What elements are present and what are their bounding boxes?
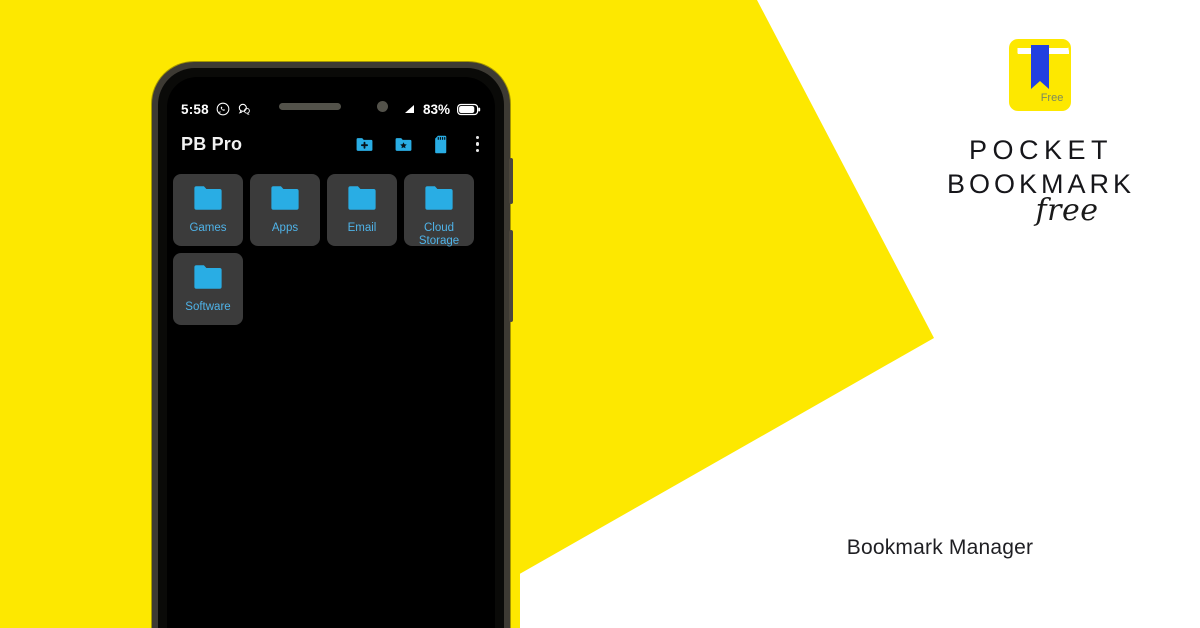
- brand-block: Free POCKET BOOKMARK free: [905, 34, 1177, 236]
- folder-icon: [270, 185, 300, 216]
- pocket-bookmark-logo: Free: [1002, 34, 1080, 121]
- status-bar: 5:58 83%: [167, 97, 495, 121]
- battery-percent-label: 83%: [422, 101, 450, 117]
- sd-card-icon[interactable]: [433, 135, 450, 154]
- signal-bars-icon: [404, 103, 416, 115]
- folder-tile-apps[interactable]: Apps: [250, 174, 320, 246]
- phone-mockup: 5:58 83% PB Pro Games Apps Email Cloud S…: [152, 62, 513, 628]
- folder-tile-email[interactable]: Email: [327, 174, 397, 246]
- whatsapp-icon: [216, 102, 230, 116]
- folder-label: Cloud Storage: [418, 222, 460, 247]
- battery-icon: [457, 103, 481, 116]
- favorite-folder-icon[interactable]: [394, 135, 413, 154]
- folder-tile-cloud-storage[interactable]: Cloud Storage: [404, 174, 474, 247]
- folder-icon: [193, 264, 223, 295]
- messages-icon: [237, 102, 251, 116]
- overflow-menu-icon[interactable]: [470, 134, 486, 155]
- folder-grid: Games Apps Email Cloud Storage Software: [167, 169, 495, 330]
- promo-banner: 5:58 83% PB Pro Games Apps Email Cloud S…: [0, 0, 1200, 628]
- svg-text:Free: Free: [1041, 92, 1064, 104]
- wordmark-line-1: POCKET: [968, 135, 1114, 165]
- phone-screen: 5:58 83% PB Pro Games Apps Email Cloud S…: [167, 77, 495, 628]
- app-title: PB Pro: [181, 133, 243, 154]
- folder-tile-games[interactable]: Games: [173, 174, 243, 246]
- phone-bezel: 5:58 83% PB Pro Games Apps Email Cloud S…: [158, 68, 504, 628]
- power-button[interactable]: [509, 230, 513, 322]
- status-time: 5:58: [181, 101, 209, 117]
- add-folder-icon[interactable]: [355, 135, 374, 154]
- app-bar: PB Pro: [167, 121, 495, 167]
- folder-icon: [424, 185, 454, 216]
- folder-label: Software: [185, 301, 231, 313]
- folder-icon: [347, 185, 377, 216]
- wordmark: POCKET BOOKMARK free: [905, 133, 1177, 236]
- folder-icon: [193, 185, 223, 216]
- volume-button[interactable]: [509, 158, 513, 204]
- folder-label: Apps: [271, 222, 299, 234]
- folder-label: Email: [347, 222, 377, 234]
- folder-tile-software[interactable]: Software: [173, 253, 243, 325]
- folder-label: Games: [189, 222, 227, 234]
- tagline: Bookmark Manager: [846, 536, 1034, 559]
- wordmark-script: free: [1035, 193, 1099, 228]
